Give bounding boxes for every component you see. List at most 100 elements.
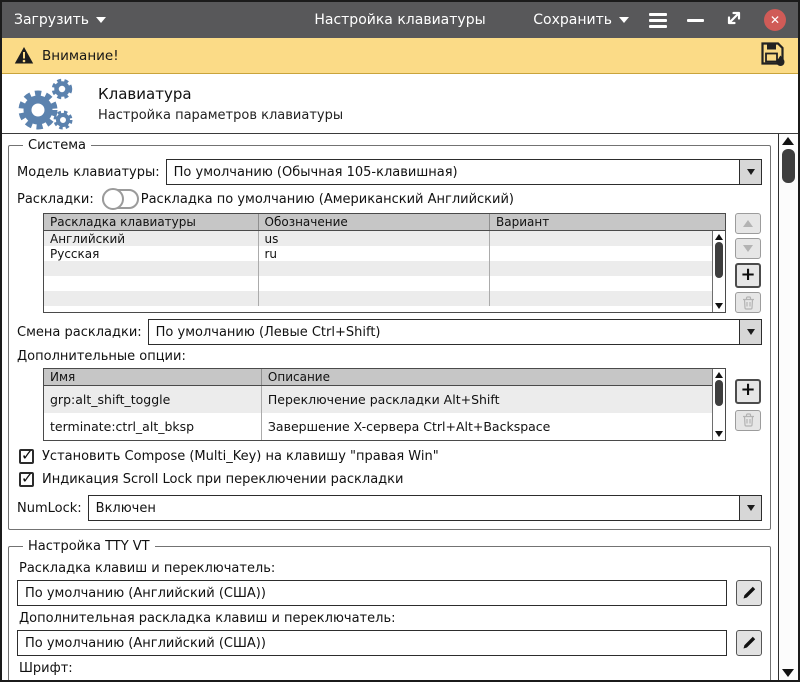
scroll-up-icon[interactable] bbox=[714, 372, 723, 378]
cell-layout-variant bbox=[490, 246, 725, 261]
chevron-down-icon bbox=[746, 329, 755, 335]
chevron-down-icon bbox=[96, 17, 107, 23]
column-header: Обозначение bbox=[259, 214, 491, 230]
table-row[interactable]: grp:alt_shift_toggle Переключение раскла… bbox=[44, 386, 725, 413]
minimize-button[interactable] bbox=[687, 18, 704, 22]
warning-label: Внимание! bbox=[42, 47, 119, 64]
table-row-empty bbox=[44, 276, 725, 291]
layouts-table: Раскладка клавиатуры Обозначение Вариант… bbox=[43, 213, 726, 313]
keyboard-settings-window: Загрузить Настройка клавиатуры Сохранить… bbox=[0, 0, 800, 682]
save-menu-label: Сохранить bbox=[533, 12, 612, 28]
move-up-button[interactable] bbox=[735, 213, 761, 234]
scroll-down-icon[interactable] bbox=[782, 669, 794, 677]
page-title: Клавиатура bbox=[98, 84, 192, 103]
load-menu-button[interactable]: Загрузить bbox=[14, 12, 107, 28]
scroll-down-icon[interactable] bbox=[714, 303, 723, 309]
edit-tty-layout-button[interactable] bbox=[736, 580, 762, 606]
compose-checkbox-row[interactable]: Установить Compose (Multi_Key) на клавиш… bbox=[19, 446, 762, 464]
edit-tty-alt-layout-button[interactable] bbox=[736, 630, 762, 656]
add-option-button[interactable]: + bbox=[735, 378, 761, 404]
delete-option-button[interactable] bbox=[735, 409, 761, 431]
scroll-up-icon[interactable] bbox=[714, 234, 723, 240]
numlock-value: Включен bbox=[95, 500, 156, 516]
toggle-knob bbox=[101, 188, 124, 210]
pencil-icon bbox=[743, 586, 756, 599]
cell-layout-variant bbox=[490, 231, 725, 246]
column-header: Вариант bbox=[496, 215, 550, 229]
keyboard-model-label: Модель клавиатуры: bbox=[17, 164, 160, 180]
scroll-lock-checkbox-row[interactable]: Индикация Scroll Lock при переключении р… bbox=[19, 469, 762, 487]
trash-icon bbox=[742, 413, 754, 427]
save-menu-button[interactable]: Сохранить bbox=[533, 12, 629, 28]
cell-option-description: Переключение раскладки Alt+Shift bbox=[267, 392, 500, 407]
column-header: Описание bbox=[267, 370, 330, 384]
cell-layout-code: us bbox=[259, 231, 491, 246]
cell-option-name: terminate:ctrl_alt_bksp bbox=[44, 413, 262, 440]
chevron-down-icon bbox=[746, 505, 755, 511]
scroll-lock-checkbox[interactable] bbox=[19, 469, 34, 487]
save-file-button[interactable] bbox=[759, 40, 786, 71]
table-row[interactable]: Английский us bbox=[44, 231, 725, 246]
page-scrollbar[interactable] bbox=[778, 134, 798, 680]
chevron-down-icon bbox=[619, 17, 629, 23]
table-row-empty bbox=[44, 261, 725, 276]
cell-layout-name: Русская bbox=[44, 246, 259, 261]
table-row-empty bbox=[44, 291, 725, 306]
keyboard-model-value: По умолчанию (Обычная 105-клавишная) bbox=[173, 164, 458, 180]
close-icon: ✕ bbox=[769, 13, 781, 27]
gears-icon bbox=[18, 78, 73, 129]
layouts-toggle-text: Раскладка по умолчанию (Американский Анг… bbox=[140, 191, 515, 207]
delete-layout-button[interactable] bbox=[735, 292, 761, 313]
tty-font-label: Шрифт: bbox=[19, 661, 73, 676]
move-down-button[interactable] bbox=[735, 238, 761, 259]
compose-checkbox[interactable] bbox=[19, 446, 34, 464]
cell-option-description: Завершение X-сервера Ctrl+Alt+Backspace bbox=[267, 419, 551, 434]
table-scrollbar[interactable] bbox=[712, 231, 725, 312]
scroll-down-icon[interactable] bbox=[714, 431, 723, 437]
plus-icon: + bbox=[740, 263, 756, 285]
dropdown-arrow-button[interactable] bbox=[739, 160, 761, 184]
scroll-up-icon[interactable] bbox=[782, 137, 794, 145]
page-subtitle: Настройка параметров клавиатуры bbox=[98, 107, 344, 123]
layouts-label: Раскладки: bbox=[17, 191, 94, 207]
warning-bar: Внимание! bbox=[2, 38, 798, 74]
options-table-header: Имя Описание bbox=[44, 369, 725, 386]
keyboard-model-dropdown[interactable]: По умолчанию (Обычная 105-клавишная) bbox=[165, 159, 762, 185]
tty-alt-layout-field[interactable]: По умолчанию (Английский (США)) bbox=[17, 630, 727, 656]
arrow-up-icon bbox=[743, 220, 753, 227]
table-row[interactable]: terminate:ctrl_alt_bksp Завершение X-сер… bbox=[44, 413, 725, 440]
cell-layout-code: ru bbox=[259, 246, 491, 261]
main-menu-button[interactable] bbox=[649, 12, 667, 28]
layouts-toggle[interactable] bbox=[101, 188, 139, 210]
table-scrollbar[interactable] bbox=[712, 369, 725, 440]
scrollbar-thumb[interactable] bbox=[715, 380, 723, 406]
switch-layout-value: По умолчанию (Левые Ctrl+Shift) bbox=[155, 324, 381, 340]
dropdown-arrow-button[interactable] bbox=[739, 320, 761, 344]
tty-alt-layout-label: Дополнительная раскладка клавиш и перекл… bbox=[19, 611, 396, 626]
plus-icon: + bbox=[740, 379, 756, 400]
trash-icon bbox=[742, 295, 754, 310]
add-layout-button[interactable]: + bbox=[735, 263, 761, 288]
switch-layout-dropdown[interactable]: По умолчанию (Левые Ctrl+Shift) bbox=[147, 319, 762, 345]
minimize-icon bbox=[687, 18, 704, 22]
cell-option-name: grp:alt_shift_toggle bbox=[44, 386, 262, 413]
dropdown-arrow-button[interactable] bbox=[739, 496, 761, 520]
tty-layout-field[interactable]: По умолчанию (Английский (США)) bbox=[17, 580, 727, 606]
system-group-legend: Система bbox=[28, 138, 87, 153]
app-header: Клавиатура Настройка параметров клавиату… bbox=[2, 74, 798, 134]
layouts-table-header: Раскладка клавиатуры Обозначение Вариант bbox=[44, 214, 725, 231]
content-area: Система Модель клавиатуры: По умолчанию … bbox=[2, 134, 798, 680]
scrollbar-thumb[interactable] bbox=[782, 149, 795, 183]
expand-button[interactable] bbox=[724, 8, 744, 32]
tty-group-legend: Настройка TTY VT bbox=[28, 539, 150, 554]
cell-layout-name: Английский bbox=[44, 231, 259, 246]
table-row[interactable]: Русская ru bbox=[44, 246, 725, 261]
options-table: Имя Описание grp:alt_shift_toggle Перекл… bbox=[43, 368, 726, 441]
arrow-down-icon bbox=[743, 245, 753, 252]
tty-layout-label: Раскладка клавиш и переключатель: bbox=[19, 561, 276, 576]
close-button[interactable]: ✕ bbox=[764, 9, 786, 31]
numlock-dropdown[interactable]: Включен bbox=[87, 495, 762, 521]
expand-icon bbox=[727, 11, 741, 25]
scrollbar-thumb[interactable] bbox=[715, 242, 723, 278]
warning-icon bbox=[14, 47, 34, 64]
